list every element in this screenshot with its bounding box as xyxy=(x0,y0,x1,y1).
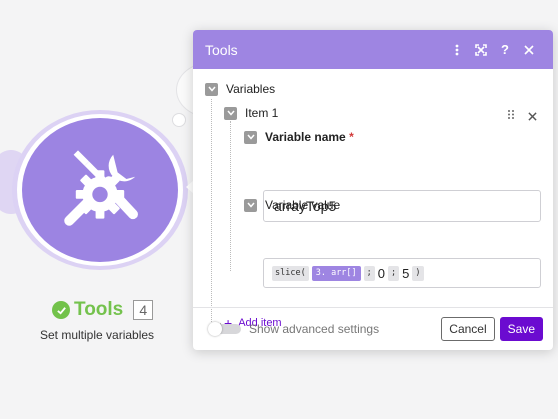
function-close-token[interactable]: ) xyxy=(412,265,424,281)
tree-line xyxy=(211,99,212,324)
module-title[interactable]: Tools xyxy=(74,299,123,321)
more-vertical-icon[interactable] xyxy=(445,38,469,62)
save-button[interactable]: Save xyxy=(499,317,543,341)
cancel-button[interactable]: Cancel xyxy=(441,317,495,341)
separator-token[interactable]: ; xyxy=(363,265,375,281)
variable-value-input[interactable]: slice( 3. arr[] ; 0 ; 5 ) xyxy=(263,258,541,288)
module-subtitle: Set multiple variables xyxy=(40,328,155,342)
argument-value: 0 xyxy=(377,265,386,281)
field-toggle-icon[interactable] xyxy=(244,198,257,212)
argument-value: 5 xyxy=(402,265,410,281)
module-settings-panel: Tools ? Variables Item 1 Variable name *… xyxy=(193,30,553,350)
collapse-icon[interactable] xyxy=(224,106,237,120)
module-title-row: Tools 4 xyxy=(52,299,154,321)
panel-footer: Show advanced settings Cancel Save xyxy=(193,307,553,350)
required-mark: * xyxy=(349,130,354,144)
check-circle-icon xyxy=(52,301,70,319)
panel-header: Tools ? xyxy=(193,30,553,69)
close-icon[interactable] xyxy=(517,38,541,62)
variable-name-label: Variable name * xyxy=(265,130,354,144)
field-toggle-icon[interactable] xyxy=(244,130,257,144)
variables-label: Variables xyxy=(226,82,276,96)
variable-value-field-label: Variable value xyxy=(244,198,340,212)
item-label: Item 1 xyxy=(245,106,279,120)
tools-module[interactable] xyxy=(22,118,178,262)
panel-body: Variables Item 1 Variable name * arrayTo… xyxy=(193,69,553,330)
variable-name-field-label: Variable name * xyxy=(244,130,354,144)
thought-bubble-dot xyxy=(172,113,186,127)
drag-handle-icon[interactable] xyxy=(507,107,515,125)
expand-icon[interactable] xyxy=(469,38,493,62)
variables-section[interactable]: Variables xyxy=(205,82,275,96)
panel-title: Tools xyxy=(205,41,238,58)
remove-item-icon[interactable] xyxy=(528,108,537,126)
variable-token[interactable]: 3. arr[] xyxy=(311,265,361,281)
variable-value-label: Variable value xyxy=(265,198,341,212)
help-icon[interactable]: ? xyxy=(493,38,517,62)
tree-line xyxy=(230,121,231,271)
collapse-icon[interactable] xyxy=(205,82,218,96)
function-token[interactable]: slice( xyxy=(272,265,309,281)
advanced-settings-toggle[interactable] xyxy=(208,322,241,336)
separator-token[interactable]: ; xyxy=(388,265,400,281)
module-id-badge: 4 xyxy=(133,300,154,320)
tools-icon xyxy=(64,150,138,226)
advanced-settings-label[interactable]: Show advanced settings xyxy=(249,322,441,336)
item-1-row[interactable]: Item 1 xyxy=(224,106,278,120)
